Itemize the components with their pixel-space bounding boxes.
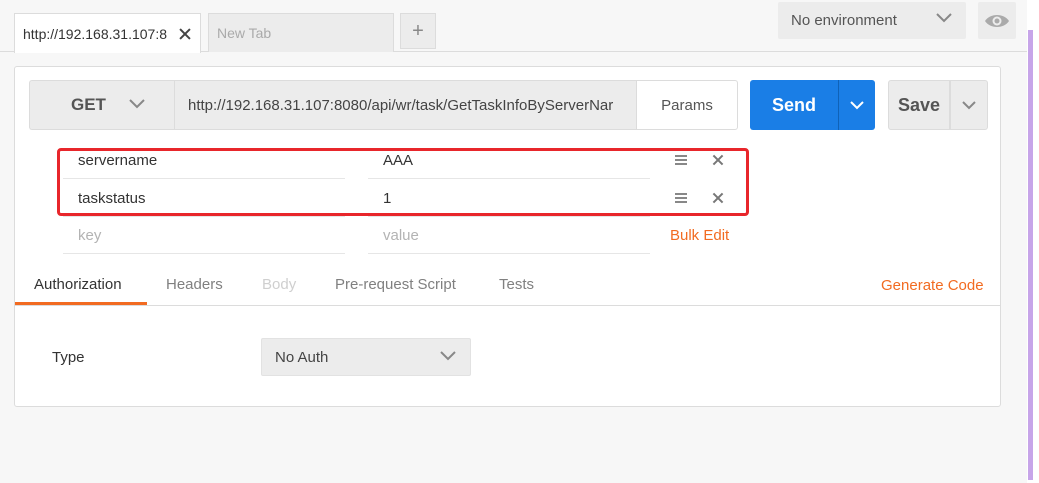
param-key-placeholder: key <box>78 226 102 244</box>
new-tab-button[interactable]: + <box>400 13 436 49</box>
request-subtabs: Authorization Headers Body Pre-request S… <box>15 266 1000 306</box>
tab-body[interactable]: Body <box>262 276 296 293</box>
tab-tests[interactable]: Tests <box>499 276 534 293</box>
method-select[interactable]: GET <box>29 80 175 130</box>
send-button[interactable]: Send <box>750 80 838 130</box>
auth-type-label: Type <box>52 349 85 366</box>
tab-request[interactable]: http://192.168.31.107:8 <box>14 13 201 53</box>
request-panel: GET http://192.168.31.107:8080/api/wr/ta… <box>14 66 1001 407</box>
method-label: GET <box>71 95 106 114</box>
tab-headers[interactable]: Headers <box>166 276 223 293</box>
param-key-input[interactable]: key <box>63 217 345 254</box>
bulk-edit-link[interactable]: Bulk Edit <box>670 227 729 244</box>
chevron-down-icon <box>440 351 456 361</box>
tab-label: http://192.168.31.107:8 <box>23 25 168 42</box>
environment-label: No environment <box>791 12 897 29</box>
auth-type-value: No Auth <box>275 348 329 366</box>
chevron-down-icon <box>936 13 952 23</box>
url-text: http://192.168.31.107:8080/api/wr/task/G… <box>188 96 614 114</box>
plus-icon: + <box>412 19 424 42</box>
params-button[interactable]: Params <box>636 80 738 130</box>
environment-select[interactable]: No environment <box>778 2 966 39</box>
save-options-button[interactable] <box>950 80 988 130</box>
auth-type-select[interactable]: No Auth <box>261 338 471 376</box>
chevron-down-icon <box>962 100 976 109</box>
tab-new[interactable]: New Tab <box>208 13 394 52</box>
environment-quick-look-button[interactable] <box>978 2 1016 39</box>
tab-authorization[interactable]: Authorization <box>34 276 122 293</box>
close-icon[interactable] <box>178 27 192 41</box>
save-label: Save <box>897 94 941 115</box>
save-button[interactable]: Save <box>888 80 950 130</box>
right-edge-strip <box>1027 0 1039 483</box>
send-label: Send <box>771 94 816 115</box>
param-value-placeholder: value <box>383 226 419 244</box>
highlight-box <box>57 148 749 216</box>
tab-label: New Tab <box>217 25 272 41</box>
param-row-empty: key value <box>63 217 650 254</box>
eye-icon <box>985 14 1009 27</box>
url-input[interactable]: http://192.168.31.107:8080/api/wr/task/G… <box>174 80 637 130</box>
edge-accent <box>1028 30 1033 480</box>
chevron-down-icon <box>129 99 145 109</box>
send-options-button[interactable] <box>838 80 875 130</box>
active-tab-indicator <box>15 302 147 305</box>
tab-pre-request-script[interactable]: Pre-request Script <box>335 276 456 293</box>
generate-code-link[interactable]: Generate Code <box>881 277 984 294</box>
param-value-input[interactable]: value <box>368 217 650 254</box>
params-label: Params <box>661 96 713 114</box>
chevron-down-icon <box>850 100 864 109</box>
